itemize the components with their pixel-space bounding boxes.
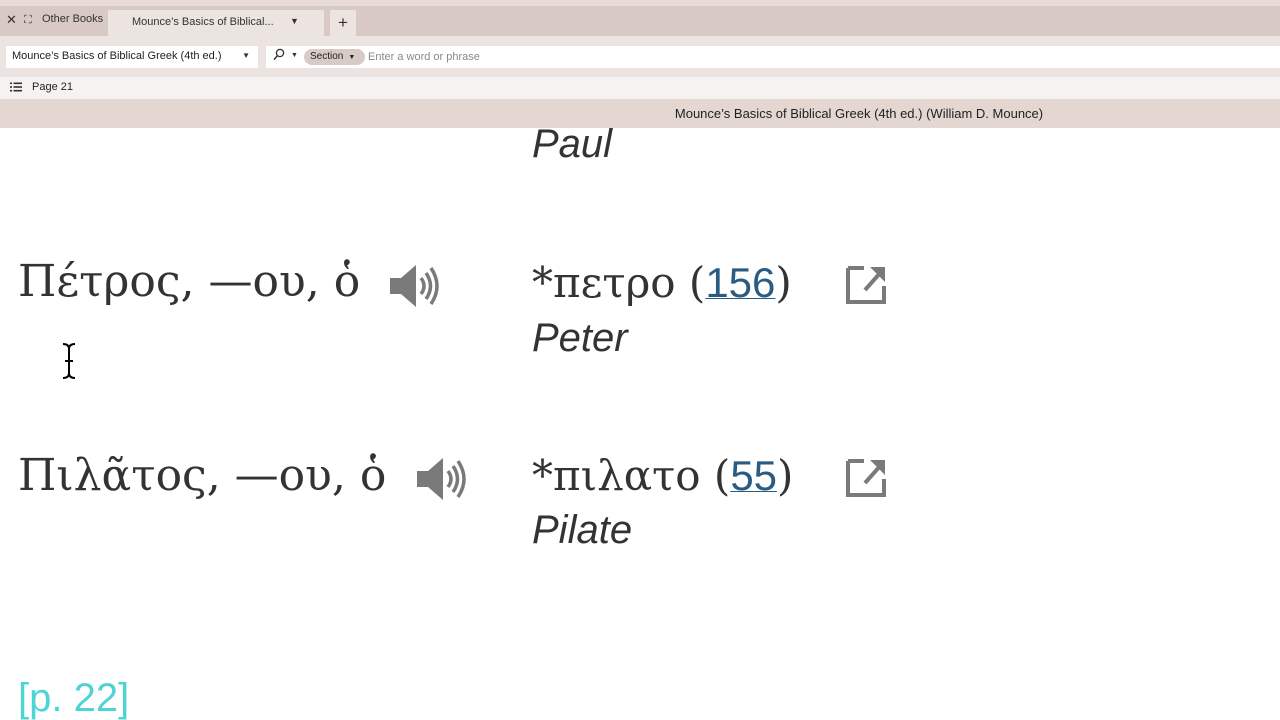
speaker-icon[interactable] — [388, 262, 440, 310]
text-cursor-icon — [62, 343, 76, 379]
list-icon — [10, 82, 22, 92]
page-indicator[interactable]: Page 21 — [32, 81, 73, 93]
root-text: *πιλατο — [532, 451, 701, 500]
page-marker: [p. 22] — [18, 676, 130, 720]
tab-bar: ✕ ⛶ Other Books Mounce’s Basics of Bibli… — [0, 6, 1280, 36]
book-title: Mounce’s Basics of Biblical Greek (4th e… — [674, 106, 1044, 121]
table-of-contents-icon[interactable] — [10, 81, 24, 95]
gloss-pilate: Pilate — [532, 508, 633, 552]
tab-label: Mounce’s Basics of Biblical... — [132, 16, 274, 28]
search-input[interactable] — [368, 49, 1248, 65]
root-pilato: *πιλατο (55) — [532, 451, 794, 500]
external-link-icon[interactable] — [845, 455, 889, 499]
external-link-icon[interactable] — [845, 262, 889, 306]
close-icon[interactable]: ✕ — [6, 13, 18, 27]
chevron-down-icon[interactable]: ▼ — [290, 16, 299, 26]
headword-pilatos: Πιλᾶτος, —ου, ὁ — [18, 450, 387, 501]
search-icon[interactable] — [273, 48, 285, 65]
gloss-paul: Paul — [532, 128, 613, 166]
book-selector[interactable]: Mounce’s Basics of Biblical Greek (4th e… — [6, 46, 258, 68]
book-title-bar: Mounce’s Basics of Biblical Greek (4th e… — [0, 99, 1280, 129]
frequency-link[interactable]: 55 — [730, 452, 777, 499]
other-books-button[interactable]: Other Books — [42, 13, 103, 25]
chevron-down-icon: ▼ — [348, 54, 356, 61]
add-tab-button[interactable]: + — [330, 10, 356, 36]
search-scope-label: Section — [310, 51, 344, 62]
tab-mounce-basics[interactable]: Mounce’s Basics of Biblical... ▼ — [108, 10, 324, 36]
search-icon-glyph — [273, 48, 285, 61]
root-petro: *πετρο (156) — [532, 258, 792, 307]
chevron-down-icon: ▼ — [242, 51, 250, 60]
search-box: ▼ Section ▼ — [266, 46, 1280, 68]
frequency-link[interactable]: 156 — [705, 259, 775, 306]
root-text: *πετρο — [532, 258, 676, 307]
speaker-icon[interactable] — [415, 455, 467, 503]
gloss-peter: Peter — [532, 316, 628, 360]
headword-petros: Πέτρος, —ου, ὁ — [18, 256, 361, 307]
book-selector-label: Mounce’s Basics of Biblical Greek (4th e… — [12, 50, 222, 62]
search-options-chevron-icon[interactable]: ▼ — [291, 52, 298, 59]
expand-icon[interactable]: ⛶ — [24, 13, 36, 27]
book-content: Paul Πέτρος, —ου, ὁ *πετρο (156) Peter Π… — [0, 128, 1280, 720]
page-bar: Page 21 — [0, 77, 1280, 99]
search-toolbar: Mounce’s Basics of Biblical Greek (4th e… — [0, 36, 1280, 77]
search-scope-dropdown[interactable]: Section ▼ — [304, 49, 366, 65]
